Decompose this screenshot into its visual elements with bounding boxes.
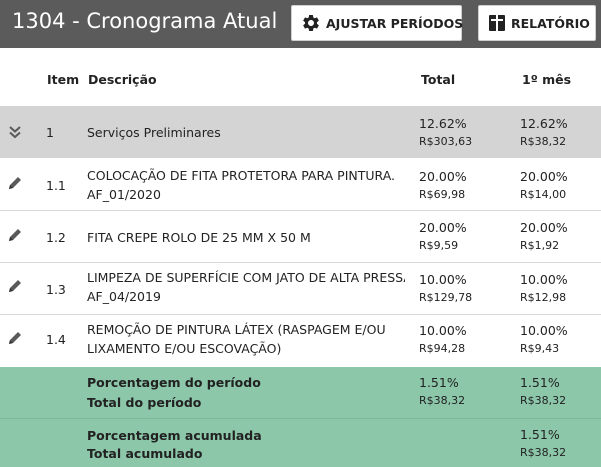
row-total-pct: 10.00% [419, 323, 467, 338]
row-mes-value: R$1,92 [520, 239, 560, 252]
acumulado-mes-value: R$38,32 [520, 446, 567, 459]
row-mes-cell: 10.00% R$9,43 [520, 322, 568, 357]
report-icon [489, 15, 505, 31]
column-header-descricao: Descrição [88, 72, 157, 87]
periodo-mes-value: R$38,32 [520, 394, 567, 407]
row-item-number: 1.1 [46, 178, 66, 193]
row-item-number: 1.4 [46, 332, 66, 347]
row-mes-cell: 20.00% R$1,92 [520, 219, 568, 254]
page-title: 1304 - Cronograma Atual [12, 9, 278, 33]
acumulado-mes-cell: 1.51% R$38,32 [520, 426, 566, 461]
row-total-cell: 20.00% R$9,59 [419, 219, 467, 254]
group-description: Serviços Preliminares [87, 125, 221, 140]
table-row: 1.2 FITA CREPE ROLO DE 25 MM X 50 M 20.0… [0, 211, 601, 263]
periodo-mes-cell: 1.51% R$38,32 [520, 374, 566, 409]
pencil-icon[interactable] [6, 329, 24, 347]
row-description: REMOÇÃO DE PINTURA LÁTEX (RASPAGEM E/OU … [87, 320, 405, 358]
periodo-total-value: R$38,32 [419, 394, 466, 407]
row-total-cell: 20.00% R$69,98 [419, 168, 467, 203]
summary-periodo: Porcentagem do período Total do período … [0, 367, 601, 418]
column-header-item: Item [47, 72, 80, 87]
column-header-total: Total [421, 72, 456, 87]
row-mes-pct: 10.00% [520, 323, 568, 338]
row-description-line1: LIMPEZA DE SUPERFÍCIE COM JATO DE ALTA P… [87, 270, 405, 285]
column-header-mes1: 1º mês [522, 72, 572, 87]
row-description-line2: AF_01/2020 [87, 187, 161, 202]
row-description: FITA CREPE ROLO DE 25 MM X 50 M [87, 228, 405, 247]
relatorio-button[interactable]: RELATÓRIO [478, 5, 596, 41]
relatorio-label: RELATÓRIO [511, 15, 590, 31]
row-total-pct: 20.00% [419, 169, 467, 184]
row-total-pct: 20.00% [419, 220, 467, 235]
row-mes-cell: 20.00% R$14,00 [520, 168, 568, 203]
group-mes-pct: 12.62% [520, 116, 568, 131]
ajustar-periodos-button[interactable]: AJUSTAR PERÍODOS [291, 5, 464, 41]
row-item-number: 1.3 [46, 282, 66, 297]
pencil-icon[interactable] [6, 277, 24, 295]
periodo-total-pct: 1.51% [419, 375, 459, 390]
row-description-line2: AF_04/2019 [87, 289, 161, 304]
row-item-number: 1.2 [46, 230, 66, 245]
row-description-line1: REMOÇÃO DE PINTURA LÁTEX (RASPAGEM E/OU [87, 322, 386, 337]
total-acumulado-label: Total acumulado [87, 446, 203, 461]
row-mes-value: R$12,98 [520, 291, 567, 304]
row-description: COLOCAÇÃO DE FITA PROTETORA PARA PINTURA… [87, 166, 405, 204]
table-row: 1.3 LIMPEZA DE SUPERFÍCIE COM JATO DE AL… [0, 263, 601, 315]
row-total-value: R$129,78 [419, 291, 473, 304]
row-total-pct: 10.00% [419, 272, 467, 287]
row-mes-pct: 10.00% [520, 272, 568, 287]
row-total-cell: 10.00% R$129,78 [419, 271, 472, 306]
row-description-line2: LIXAMENTO E/OU ESCOVAÇÃO) [87, 341, 282, 356]
acumulado-mes-pct: 1.51% [520, 427, 560, 442]
row-mes-value: R$9,43 [520, 342, 560, 355]
group-mes-cell: 12.62% R$38,32 [520, 115, 568, 150]
group-total-value: R$303,63 [419, 135, 473, 148]
table-row: 1.1 COLOCAÇÃO DE FITA PROTETORA PARA PIN… [0, 158, 601, 211]
row-total-value: R$69,98 [419, 188, 466, 201]
row-mes-value: R$14,00 [520, 188, 567, 201]
table-row: 1.4 REMOÇÃO DE PINTURA LÁTEX (RASPAGEM E… [0, 315, 601, 367]
group-total-cell: 12.62% R$303,63 [419, 115, 472, 150]
row-description-line1: COLOCAÇÃO DE FITA PROTETORA PARA PINTURA… [87, 168, 396, 183]
row-total-value: R$94,28 [419, 342, 466, 355]
row-description-line1: FITA CREPE ROLO DE 25 MM X 50 M [87, 230, 311, 245]
row-total-value: R$9,59 [419, 239, 459, 252]
row-total-cell: 10.00% R$94,28 [419, 322, 467, 357]
group-mes-value: R$38,32 [520, 135, 567, 148]
periodo-total-cell: 1.51% R$38,32 [419, 374, 465, 409]
pencil-icon[interactable] [6, 174, 24, 192]
summary-acumulado: Porcentagem acumulada Total acumulado 1.… [0, 419, 601, 467]
row-mes-pct: 20.00% [520, 169, 568, 184]
porcentagem-periodo-label: Porcentagem do período [87, 375, 261, 390]
porcentagem-acumulada-label: Porcentagem acumulada [87, 428, 262, 443]
pencil-icon[interactable] [6, 226, 24, 244]
row-mes-cell: 10.00% R$12,98 [520, 271, 568, 306]
periodo-mes-pct: 1.51% [520, 375, 560, 390]
row-mes-pct: 20.00% [520, 220, 568, 235]
total-periodo-label: Total do período [87, 395, 202, 410]
ajustar-periodos-label: AJUSTAR PERÍODOS [326, 15, 464, 31]
gear-icon [303, 14, 319, 31]
double-chevron-down-icon[interactable] [6, 123, 24, 141]
group-total-pct: 12.62% [419, 116, 467, 131]
group-row[interactable]: 1 Serviços Preliminares 12.62% R$303,63 … [0, 106, 601, 158]
top-bar: 1304 - Cronograma Atual AJUSTAR PERÍODOS… [0, 0, 601, 48]
row-description: LIMPEZA DE SUPERFÍCIE COM JATO DE ALTA P… [87, 268, 405, 306]
group-item-number: 1 [46, 125, 54, 140]
